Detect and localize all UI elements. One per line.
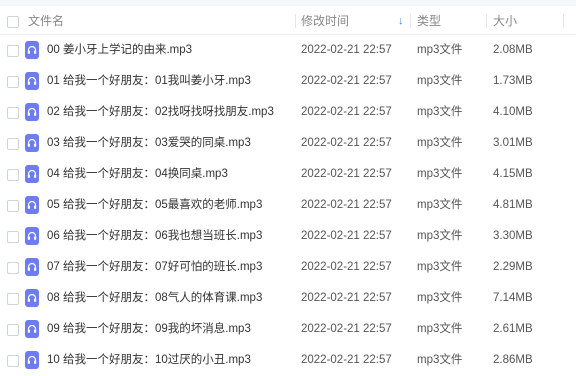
row-checkbox[interactable] (7, 262, 19, 274)
file-modified: 2022-02-21 22:57 (301, 230, 392, 242)
file-type: mp3文件 (417, 199, 463, 211)
file-name[interactable]: 04 给我一个好朋友：04换同桌.mp3 (47, 159, 228, 190)
file-row[interactable]: 10 给我一个好朋友：10过厌的小丑.mp3 2022-02-21 22:57 mp… (0, 345, 576, 376)
file-type: mp3文件 (417, 354, 463, 366)
file-row[interactable]: 00 姜小牙上学记的由来.mp3 2022-02-21 22:57 mp3文件 2.0… (0, 35, 576, 66)
file-size: 3.30MB (493, 230, 533, 242)
file-row[interactable]: 02 给我一个好朋友：02找呀找呀找朋友.mp3 2022-02-21 22:57… (0, 97, 576, 128)
file-type: mp3文件 (417, 261, 463, 273)
file-modified: 2022-02-21 22:57 (301, 168, 392, 180)
file-size: 2.29MB (493, 261, 533, 273)
file-name[interactable]: 06 给我一个好朋友：06我也想当班长.mp3 (47, 221, 262, 252)
file-modified: 2022-02-21 22:57 (301, 261, 392, 273)
file-modified: 2022-02-21 22:57 (301, 323, 392, 335)
file-size: 7.14MB (493, 292, 533, 304)
file-row[interactable]: 04 给我一个好朋友：04换同桌.mp3 2022-02-21 22:57 mp3文… (0, 159, 576, 190)
headphones-icon (25, 258, 39, 276)
file-type: mp3文件 (417, 168, 463, 180)
column-header-type[interactable]: 类型 (417, 6, 441, 34)
file-name[interactable]: 03 给我一个好朋友：03爱哭的同桌.mp3 (47, 128, 251, 159)
headphones-icon (25, 320, 39, 338)
row-checkbox[interactable] (7, 138, 19, 150)
row-checkbox[interactable] (7, 231, 19, 243)
file-size: 3.01MB (493, 137, 533, 149)
headphones-icon (25, 196, 39, 214)
file-modified: 2022-02-21 22:57 (301, 292, 392, 304)
file-type: mp3文件 (417, 44, 463, 56)
file-size: 4.10MB (493, 106, 533, 118)
file-type: mp3文件 (417, 230, 463, 242)
headphones-icon (25, 289, 39, 307)
row-checkbox[interactable] (7, 169, 19, 181)
file-row[interactable]: 06 给我一个好朋友：06我也想当班长.mp3 2022-02-21 22:57 m… (0, 221, 576, 252)
file-name[interactable]: 08 给我一个好朋友：08气人的体育课.mp3 (47, 283, 262, 314)
file-type: mp3文件 (417, 292, 463, 304)
file-row[interactable]: 08 给我一个好朋友：08气人的体育课.mp3 2022-02-21 22:57 m… (0, 283, 576, 314)
column-divider[interactable] (563, 14, 564, 28)
headphones-icon (25, 103, 39, 121)
row-checkbox[interactable] (7, 76, 19, 88)
file-size: 4.81MB (493, 199, 533, 211)
file-size: 2.86MB (493, 354, 533, 366)
file-type: mp3文件 (417, 137, 463, 149)
file-row[interactable]: 09 给我一个好朋友：09我的坏消息.mp3 2022-02-21 22:57 mp… (0, 314, 576, 345)
headphones-icon (25, 41, 39, 59)
column-divider[interactable] (486, 14, 487, 28)
file-name[interactable]: 09 给我一个好朋友：09我的坏消息.mp3 (47, 314, 251, 345)
file-modified: 2022-02-21 22:57 (301, 137, 392, 149)
file-size: 2.08MB (493, 44, 533, 56)
file-type: mp3文件 (417, 75, 463, 87)
file-row[interactable]: 07 给我一个好朋友：07好可怕的班长.mp3 2022-02-21 22:57 m… (0, 252, 576, 283)
file-modified: 2022-02-21 22:57 (301, 199, 392, 211)
arrow-down-icon[interactable]: ↓ (398, 6, 404, 36)
file-row[interactable]: 03 给我一个好朋友：03爱哭的同桌.mp3 2022-02-21 22:57 mp… (0, 128, 576, 159)
headphones-icon (25, 165, 39, 183)
file-name[interactable]: 02 给我一个好朋友：02找呀找呀找朋友.mp3 (47, 97, 274, 128)
column-divider[interactable] (410, 14, 411, 28)
file-row[interactable]: 05 给我一个好朋友：05最喜欢的老师.mp3 2022-02-21 22:57 m… (0, 190, 576, 221)
column-header-modified[interactable]: 修改时间 (301, 6, 349, 34)
headphones-icon (25, 72, 39, 90)
file-size: 4.15MB (493, 168, 533, 180)
file-size: 1.73MB (493, 75, 533, 87)
select-all-checkbox[interactable] (7, 16, 19, 28)
file-type: mp3文件 (417, 323, 463, 335)
file-name[interactable]: 01 给我一个好朋友：01我叫姜小牙.mp3 (47, 66, 251, 97)
file-modified: 2022-02-21 22:57 (301, 354, 392, 366)
file-size: 2.61MB (493, 323, 533, 335)
file-modified: 2022-02-21 22:57 (301, 75, 392, 87)
headphones-icon (25, 351, 39, 369)
headphones-icon (25, 134, 39, 152)
row-checkbox[interactable] (7, 107, 19, 119)
column-header-name[interactable]: 文件名 (28, 6, 64, 34)
file-modified: 2022-02-21 22:57 (301, 44, 392, 56)
headphones-icon (25, 227, 39, 245)
file-modified: 2022-02-21 22:57 (301, 106, 392, 118)
file-row[interactable]: 01 给我一个好朋友：01我叫姜小牙.mp3 2022-02-21 22:57 mp… (0, 66, 576, 97)
row-checkbox[interactable] (7, 324, 19, 336)
column-header-size[interactable]: 大小 (493, 6, 517, 34)
row-checkbox[interactable] (7, 45, 19, 57)
file-name[interactable]: 07 给我一个好朋友：07好可怕的班长.mp3 (47, 252, 262, 283)
file-list-header: 文件名 修改时间 ↓ 类型 大小 (0, 6, 576, 35)
file-name[interactable]: 00 姜小牙上学记的由来.mp3 (47, 35, 192, 66)
file-name[interactable]: 05 给我一个好朋友：05最喜欢的老师.mp3 (47, 190, 262, 221)
file-type: mp3文件 (417, 106, 463, 118)
row-checkbox[interactable] (7, 200, 19, 212)
file-name[interactable]: 10 给我一个好朋友：10过厌的小丑.mp3 (47, 345, 251, 376)
row-checkbox[interactable] (7, 355, 19, 367)
column-divider[interactable] (295, 14, 296, 28)
row-checkbox[interactable] (7, 293, 19, 305)
